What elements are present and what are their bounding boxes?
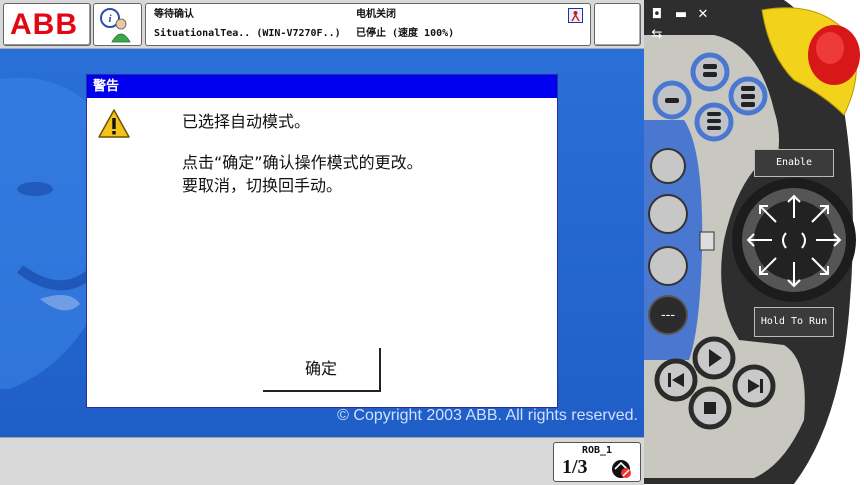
hold-to-run-button[interactable]: Hold To Run: [754, 307, 834, 337]
flexpendant-panel: --- ◘ ▬ ✕ ⇆ Enable Hold To Run: [644, 0, 864, 484]
dialog-title: 警告: [87, 75, 557, 98]
robot-icon: [612, 460, 631, 478]
event-log-button[interactable]: i: [93, 3, 142, 46]
ok-button[interactable]: 确定: [263, 348, 381, 392]
dialog-message-line1: 已选择自动模式。: [182, 112, 311, 131]
dialog-message-line2: 点击“确定”确认操作模式的更改。: [182, 153, 423, 172]
flexpendant-screen: ABB i 等待确认 SituationalTea.. (WIN-V7270F.…: [0, 0, 864, 485]
enable-button[interactable]: Enable: [754, 149, 834, 177]
window-menu-icon[interactable]: ◘: [650, 8, 664, 22]
svg-text:---: ---: [661, 308, 675, 323]
rob-fraction: 1/3: [562, 456, 588, 478]
copyright-text: © Copyright 2003 ABB. All rights reserve…: [337, 407, 638, 424]
minimize-icon[interactable]: ▬: [674, 8, 688, 22]
close-button-slot[interactable]: [594, 3, 641, 46]
swap-hand-icon[interactable]: ⇆: [650, 28, 664, 42]
info-user-icon: i: [100, 8, 131, 43]
close-icon[interactable]: ✕: [696, 8, 710, 22]
pendant-body-graphic: ---: [644, 0, 860, 484]
status-line1-right: 电机关闭: [356, 9, 396, 20]
warning-icon: [98, 109, 130, 138]
abb-menu-button[interactable]: ABB: [3, 3, 91, 46]
bottom-bar: ROB_1 1/3: [0, 437, 644, 485]
status-line2-left: SituationalTea.. (WIN-V7270F..): [154, 28, 341, 39]
status-line1-left: 等待确认: [154, 9, 194, 20]
quickset-rob-button[interactable]: ROB_1 1/3: [553, 442, 641, 482]
status-line2-right: 已停止 (速度 100%): [356, 28, 455, 39]
dialog-message-line3: 要取消，切换回手动。: [182, 176, 343, 195]
top-bar: ABB i 等待确认 SituationalTea.. (WIN-V7270F.…: [0, 0, 644, 49]
abb-logo: ABB: [10, 8, 78, 41]
auto-mode-icon: [568, 8, 583, 23]
warning-dialog: 警告 已选择自动模式。 点击“确定”确认操作模式的更改。 要取消，切换回手动。 …: [86, 74, 558, 408]
status-bar[interactable]: 等待确认 SituationalTea.. (WIN-V7270F..) 电机关…: [145, 3, 591, 46]
rob-label: ROB_1: [581, 445, 613, 456]
